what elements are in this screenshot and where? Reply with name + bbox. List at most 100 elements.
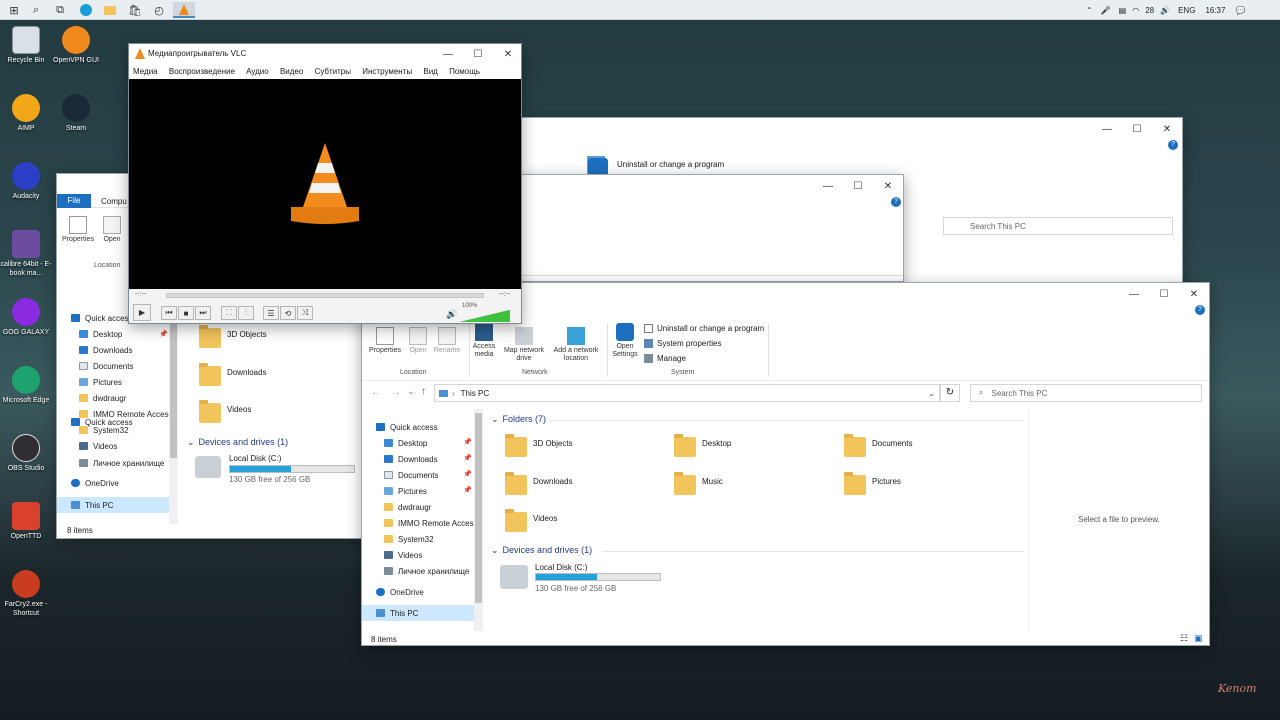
add-network-location-button[interactable]: Add a network location	[549, 327, 603, 363]
folder-videos[interactable]: Videos	[505, 509, 557, 532]
playlist-button[interactable]: ☰	[263, 306, 279, 320]
rename-button[interactable]: Rename	[432, 327, 462, 355]
nav-videos[interactable]: Videos	[384, 547, 422, 563]
desktop-icon-gog-galaxy[interactable]: GOG GALAXY	[0, 298, 52, 337]
loop-button[interactable]: ⟲	[280, 306, 296, 320]
nav-desktop[interactable]: Desktop	[79, 326, 122, 342]
play-button[interactable]: ▶	[133, 304, 151, 321]
address-bar[interactable]: › This PC ⌄	[434, 384, 940, 402]
desktop-icon-obs[interactable]: OBS Studio	[0, 434, 52, 473]
start-icon[interactable]: ⊞	[6, 2, 22, 18]
refresh-button[interactable]: ↻	[940, 384, 960, 402]
folders-header[interactable]: ⌄ Folders (7)	[491, 414, 546, 425]
maximize-button[interactable]: ☐	[463, 44, 493, 64]
weather-temp[interactable]: 28	[1145, 6, 1154, 15]
back-arrow-icon[interactable]: ←	[371, 387, 381, 398]
minimize-button[interactable]: —	[1119, 283, 1149, 305]
close-button[interactable]: ✕	[1152, 118, 1182, 140]
next-button[interactable]: ⏭	[195, 306, 211, 320]
vlc-taskbar-icon[interactable]	[173, 2, 195, 18]
microphone-icon[interactable]: 🎤	[1101, 6, 1111, 15]
nav-desktop[interactable]: Desktop	[384, 435, 427, 451]
nav-onedrive[interactable]: OneDrive	[71, 475, 119, 491]
desktop-icon-audacity[interactable]: Audacity	[0, 162, 52, 201]
chevron-up-icon[interactable]: ⌃	[1086, 6, 1093, 15]
menu-video[interactable]: Видео	[280, 67, 303, 76]
desktop-icon-calibre[interactable]: calibre 64bit - E-book ma...	[0, 230, 52, 278]
close-button[interactable]: ✕	[873, 175, 903, 197]
minimize-button[interactable]: —	[1092, 118, 1122, 140]
nav-personal-vault[interactable]: Личное хранилище	[384, 563, 469, 579]
fullscreen-button[interactable]: ⛶	[221, 306, 237, 320]
volume-icon[interactable]: 🔊	[1160, 6, 1170, 15]
task-view-icon[interactable]: ⧉	[52, 2, 68, 18]
previous-button[interactable]: ⏮	[161, 306, 177, 320]
uninstall-program-button[interactable]: Uninstall or change a program	[644, 324, 764, 333]
large-icons-view-icon[interactable]: ▣	[1194, 633, 1203, 644]
forward-arrow-icon[interactable]: →	[391, 387, 401, 398]
minimize-button[interactable]: —	[813, 175, 843, 197]
nav-dwdraugr[interactable]: dwdraugr	[384, 499, 431, 515]
nav-quick-access[interactable]: Quick access	[71, 310, 133, 326]
menu-help[interactable]: Помощь	[449, 67, 480, 76]
menu-audio[interactable]: Аудио	[246, 67, 269, 76]
properties-button[interactable]: Properties	[61, 216, 95, 244]
maximize-button[interactable]: ☐	[1122, 118, 1152, 140]
nav-quick-access[interactable]: Quick access	[376, 419, 438, 435]
open-settings-button[interactable]: Open Settings	[608, 323, 642, 359]
nav-documents[interactable]: Documents	[384, 467, 438, 483]
help-icon[interactable]: ?	[1168, 140, 1178, 150]
address-dropdown-icon[interactable]: ⌄	[928, 389, 935, 398]
nav-downloads[interactable]: Downloads	[79, 342, 133, 358]
folder-documents[interactable]: Documents	[844, 434, 912, 457]
folder-desktop[interactable]: Desktop	[674, 434, 731, 457]
devices-header[interactable]: ⌄ Devices and drives (1)	[491, 545, 592, 556]
network-icon[interactable]: ▤	[1119, 6, 1127, 15]
recent-locations-chevron-icon[interactable]: ⌄	[407, 386, 415, 397]
devices-header[interactable]: ⌄ Devices and drives (1)	[187, 437, 288, 448]
file-explorer-icon[interactable]	[102, 2, 118, 18]
nav-videos[interactable]: Videos	[79, 438, 117, 454]
volume-slider[interactable]	[460, 310, 510, 322]
stop-button[interactable]: ■	[178, 306, 194, 320]
search-box[interactable]: ⌕ Search This PC	[970, 384, 1202, 402]
nav-pictures[interactable]: Pictures	[384, 483, 427, 499]
folder-pictures[interactable]: Pictures	[844, 472, 901, 495]
nav-immo[interactable]: IMMO Remote Acces	[79, 406, 169, 422]
nav-scrollbar[interactable]	[474, 409, 483, 631]
manage-button[interactable]: Manage	[644, 354, 686, 363]
menu-playback[interactable]: Воспроизведение	[169, 67, 235, 76]
nav-this-pc[interactable]: This PC	[57, 497, 169, 513]
desktop-icon-recycle-bin[interactable]: Recycle Bin	[0, 26, 52, 65]
open-button[interactable]: Open	[404, 327, 432, 355]
nav-downloads[interactable]: Downloads	[384, 451, 438, 467]
system-properties-button[interactable]: System properties	[644, 339, 721, 348]
desktop-icon-farcry2[interactable]: FarCry2.exe - Shortcut	[0, 570, 52, 618]
nav-documents[interactable]: Documents	[79, 358, 133, 374]
tab-computer[interactable]: Compu	[101, 197, 127, 206]
folder-music[interactable]: Music	[674, 472, 723, 495]
nav-system32[interactable]: System32	[384, 531, 434, 547]
help-icon[interactable]: ?	[891, 197, 901, 207]
open-button[interactable]: Open	[97, 216, 127, 244]
nav-onedrive[interactable]: OneDrive	[376, 584, 424, 600]
nav-immo[interactable]: IMMO Remote Acces	[384, 515, 474, 531]
menu-subtitles[interactable]: Субтитры	[315, 67, 351, 76]
language-indicator[interactable]: ENG	[1178, 6, 1195, 15]
folder-3d-objects[interactable]: 3D Objects	[505, 434, 573, 457]
close-button[interactable]: ✕	[1179, 283, 1209, 305]
map-network-drive-button[interactable]: Map network drive	[499, 327, 549, 363]
vlc-video-area[interactable]	[129, 79, 521, 289]
desktop-icon-edge[interactable]: Microsoft Edge	[0, 366, 52, 405]
menu-view[interactable]: Вид	[423, 67, 437, 76]
minimize-button[interactable]: —	[433, 44, 463, 64]
clock[interactable]: 16:37	[1205, 6, 1225, 15]
shuffle-button[interactable]: ⤨	[297, 306, 313, 320]
extended-settings-button[interactable]: ⫶	[238, 306, 254, 320]
nav-personal-vault[interactable]: Личное хранилище	[79, 455, 164, 471]
volume-icon[interactable]: 🔊	[446, 309, 457, 320]
help-icon[interactable]: ?	[1195, 305, 1205, 315]
folder-downloads[interactable]: Downloads	[199, 363, 267, 386]
access-media-button[interactable]: Access media	[470, 323, 498, 359]
maximize-button[interactable]: ☐	[1149, 283, 1179, 305]
